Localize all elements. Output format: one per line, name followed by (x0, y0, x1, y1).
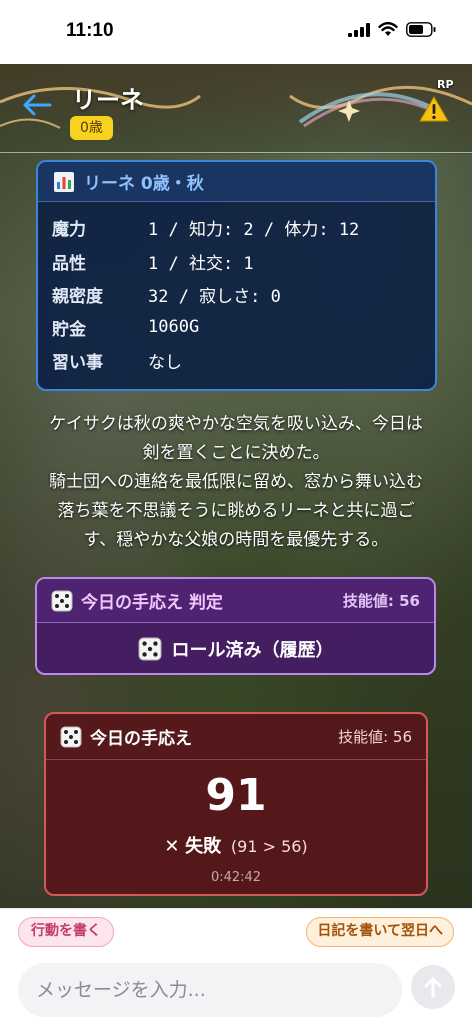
roll-panel-header: 今日の手応え 判定 技能値: 56 (37, 579, 434, 623)
status-icons (348, 22, 436, 37)
roll-result-number: 91 (205, 770, 267, 821)
chart-icon (54, 171, 74, 192)
result-skill-value: 技能値: 56 (338, 728, 412, 746)
narrative-line: 剣を置くことに決めた。 (142, 443, 330, 463)
rolled-history-label: ロール済み（履歴） (171, 640, 334, 661)
stat-label: 親密度 (52, 286, 103, 307)
roll-result-panel: 今日の手応え 技能値: 56 91 ✕ 失敗 (91 > 56) 0:42:42 (44, 712, 428, 896)
narrative-text: ケイサクは秋の爽やかな空気を吸い込み、今日は 剣を置くことに決めた。 騎士団への… (18, 410, 454, 555)
warning-icon (419, 96, 449, 122)
send-arrow-icon (424, 977, 442, 998)
rolled-history-button[interactable]: ロール済み（履歴） (37, 623, 434, 673)
stat-value: 1060G (148, 317, 200, 337)
status-bar: 11:10 (0, 0, 472, 64)
stat-label: 魔力 (52, 219, 86, 240)
status-panel-title: リーネ 0歳・秋 (84, 174, 204, 194)
age-badge: 0歳 (70, 116, 113, 140)
roll-verdict: ✕ 失敗 (91 > 56) (46, 832, 426, 858)
stat-label: 品性 (52, 253, 86, 274)
back-button[interactable] (22, 94, 52, 120)
verdict-label: 失敗 (185, 836, 222, 857)
write-diary-next-day-button[interactable]: 日記を書いて翌日へ (306, 917, 454, 947)
status-panel-header: リーネ 0歳・秋 (38, 162, 435, 202)
wifi-icon (378, 22, 398, 36)
status-panel: リーネ 0歳・秋 魔力 1 / 知力: 2 / 体力: 12 品性 1 / 社交… (36, 160, 437, 391)
verdict-detail: (91 > 56) (230, 837, 308, 856)
narrative-line: 騎士団への連絡を最低限に留め、窓から舞い込む (49, 472, 423, 492)
dice-icon (138, 637, 161, 661)
header-divider (0, 152, 472, 153)
send-button[interactable] (411, 965, 455, 1009)
battery-icon (406, 22, 436, 37)
roll-timestamp: 0:42:42 (210, 870, 262, 885)
stat-row: 魔力 1 / 知力: 2 / 体力: 12 (52, 212, 359, 242)
stat-row: 親密度 32 / 寂しさ: 0 (52, 279, 281, 309)
bottom-bar: 行動を書く 日記を書いて翌日へ (0, 908, 472, 1024)
stat-label: 習い事 (52, 352, 103, 373)
stat-value: 1 / 知力: 2 / 体力: 12 (148, 219, 360, 240)
stat-row: 習い事 なし (52, 345, 182, 375)
character-name: リーネ (72, 86, 144, 114)
stat-row: 貯金 1060G (52, 312, 199, 342)
roll-panel-title: 今日の手応え 判定 (81, 593, 223, 613)
narrative-line: ケイサクは秋の爽やかな空気を吸い込み、今日は (49, 414, 423, 434)
write-action-button[interactable]: 行動を書く (18, 917, 114, 947)
warning-button[interactable] (419, 96, 449, 126)
result-panel-title: 今日の手応え (90, 729, 192, 749)
fail-cross-icon: ✕ (164, 836, 180, 857)
status-time: 11:10 (66, 20, 114, 41)
stat-label: 貯金 (52, 319, 86, 340)
stat-value: なし (148, 352, 182, 373)
back-arrow-icon (23, 94, 52, 116)
roll-skill-value: 技能値: 56 (342, 592, 420, 610)
stat-row: 品性 1 / 社交: 1 (52, 246, 254, 276)
narrative-line: 落ち葉を不思議そうに眺めるリーネと共に過ご (57, 501, 415, 521)
dice-icon (60, 726, 82, 747)
result-panel-header: 今日の手応え 技能値: 56 (46, 714, 426, 760)
roll-panel: 今日の手応え 判定 技能値: 56 ロール済み（履歴） (35, 577, 436, 675)
message-input[interactable] (18, 963, 402, 1017)
dice-icon (51, 590, 73, 611)
rp-label: RP (437, 78, 454, 91)
stat-value: 32 / 寂しさ: 0 (148, 286, 281, 307)
narrative-line: す、穏やかな父娘の時間を最優先する。 (83, 530, 389, 550)
cellular-icon (348, 22, 370, 37)
stat-value: 1 / 社交: 1 (148, 253, 254, 274)
